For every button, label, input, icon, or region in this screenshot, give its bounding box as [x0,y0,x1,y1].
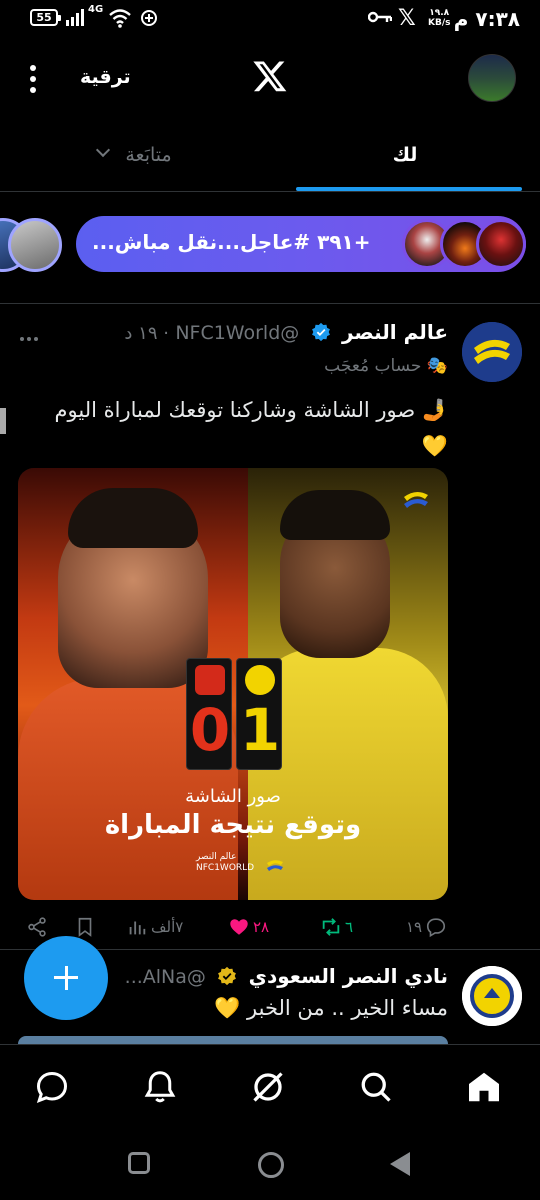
recent-apps-button[interactable] [128,1152,150,1174]
messages-icon [36,1071,68,1104]
chevron-down-icon [96,142,111,158]
score-box-home: 1 [236,658,282,770]
retweet-button[interactable]: ٦ [320,910,353,944]
live-spaces-row: +٣٩١ #عاجل...نقل مباش... [0,194,540,304]
home-icon [469,1072,499,1102]
more-options-icon[interactable] [22,62,44,98]
bookmark-icon [78,917,92,937]
compose-post-button[interactable] [24,936,108,1020]
tab-following[interactable]: متابَعة [0,124,270,192]
tweet-header: عالم النصر @NFC1World · ١٩ د [124,320,448,350]
alnassr-crest-icon [462,966,522,1026]
liked-by-label: 🎭 حساب مُعجَب [324,356,448,376]
tweet[interactable]: عالم النصر @NFC1World · ١٩ د 🎭 حساب مُعج… [0,306,540,950]
player-left-hair [68,488,198,548]
replies-count: ١٩ [406,918,423,936]
tab-active-indicator [296,187,522,191]
nassr-world-logo-icon [462,322,522,382]
mask-icon: 🎭 [426,356,448,376]
live-pill-text: +٣٩١ #عاجل...نقل مباش... [92,230,371,254]
grok-icon [253,1072,283,1102]
tweet-image[interactable]: 0 1 صور الشاشة وتوقع نتيجة المباراة عالم… [18,468,448,900]
battery-icon: 55 [30,9,61,26]
story-avatars[interactable] [0,218,62,276]
tweet-more-icon[interactable] [20,326,42,341]
live-host-avatar [476,219,526,269]
network-speed: ١٩.٨ KB/s [428,8,451,28]
image-brand: عالم النصر NFC1WORLD [196,852,286,880]
status-bar: 55 4G 𝕏 ١٩.٨ KB/s ٧:٣٨ م [0,0,540,38]
views-button[interactable]: ٧ألف [126,910,183,944]
app-header: ترقية [0,40,540,120]
image-caption-small: صور الشاشة [185,786,281,807]
tweet-timestamp: · ١٩ د [124,323,169,344]
nassr-world-logo-icon [404,491,428,508]
away-crest-icon [195,665,225,695]
timeline-tabs: متابَعة لك [0,124,540,192]
reply-icon [427,918,446,938]
tweet-author-avatar[interactable] [462,322,522,382]
nassr-world-logo-icon [267,860,283,871]
reply-button[interactable]: ١٩ [406,910,447,944]
vpn-key-icon [368,11,392,23]
tweet-author-name[interactable]: نادي النصر السعودي [249,964,448,988]
tweet-text: مساء الخير .. من الخبر 💛 [214,996,448,1020]
nav-grok[interactable] [250,1069,290,1109]
system-navigation-bar [0,1130,540,1200]
retweet-icon [322,918,340,936]
x-logo-icon [253,61,287,92]
live-broadcast-pill[interactable]: +٣٩١ #عاجل...نقل مباش... [76,216,526,272]
nav-notifications[interactable] [142,1069,182,1109]
tweet-image[interactable] [18,1036,448,1044]
nav-search[interactable] [358,1069,398,1109]
back-button[interactable] [390,1152,410,1176]
verified-gold-badge-icon [218,966,237,986]
data-saver-icon [141,10,157,26]
tweet-text: 🤳 صور الشاشة وشاركنا توقعك لمباراة اليوم… [54,398,448,458]
tab-following-label: متابَعة [125,144,172,166]
likes-count: ٢٨ [253,918,270,936]
clock: ٧:٣٨ م [453,7,520,31]
image-caption-big: وتوقع نتيجة المباراة [104,810,362,840]
signal-icon [66,9,84,26]
score-away: 0 [189,696,231,764]
profile-avatar[interactable] [468,54,516,102]
wifi-icon [109,9,131,28]
heart-icon [230,919,248,935]
like-button[interactable]: ٢٨ [228,910,269,944]
story-avatar[interactable] [8,218,62,272]
home-crest-icon [245,665,275,695]
notifications-icon [144,1071,176,1103]
system-home-button[interactable] [258,1152,284,1178]
x-notification-icon: 𝕏 [398,6,416,31]
tweet-author-name[interactable]: عالم النصر [342,320,448,344]
tab-for-you[interactable]: لك [270,124,540,192]
player-right-hair [280,490,390,540]
tweet-header: نادي النصر السعودي @AlNa... [125,964,448,988]
tweet-actions: ٧ألف ٢٨ ٦ ١٩ [18,910,528,944]
nav-messages[interactable] [34,1069,74,1109]
network-type: 4G [88,4,104,15]
score-box-away: 0 [186,658,232,770]
views-count: ٧ألف [151,918,184,936]
retweets-count: ٦ [345,918,354,936]
tweet-author-handle: @NFC1World [175,322,300,344]
bottom-navigation [0,1044,540,1130]
score-home: 1 [239,696,281,764]
tweet-author-avatar[interactable] [462,966,522,1026]
upgrade-button[interactable]: ترقية [80,66,131,88]
tab-for-you-label: لك [392,144,418,166]
nav-home[interactable] [466,1069,506,1109]
share-icon [28,917,46,937]
scroll-indicator [0,408,6,434]
verified-badge-icon [311,322,330,342]
search-icon [361,1072,391,1102]
scoreboard: 0 1 [186,658,282,770]
views-icon [129,921,146,935]
share-button[interactable] [26,910,48,944]
tweet-author-handle: @AlNa... [124,966,206,988]
